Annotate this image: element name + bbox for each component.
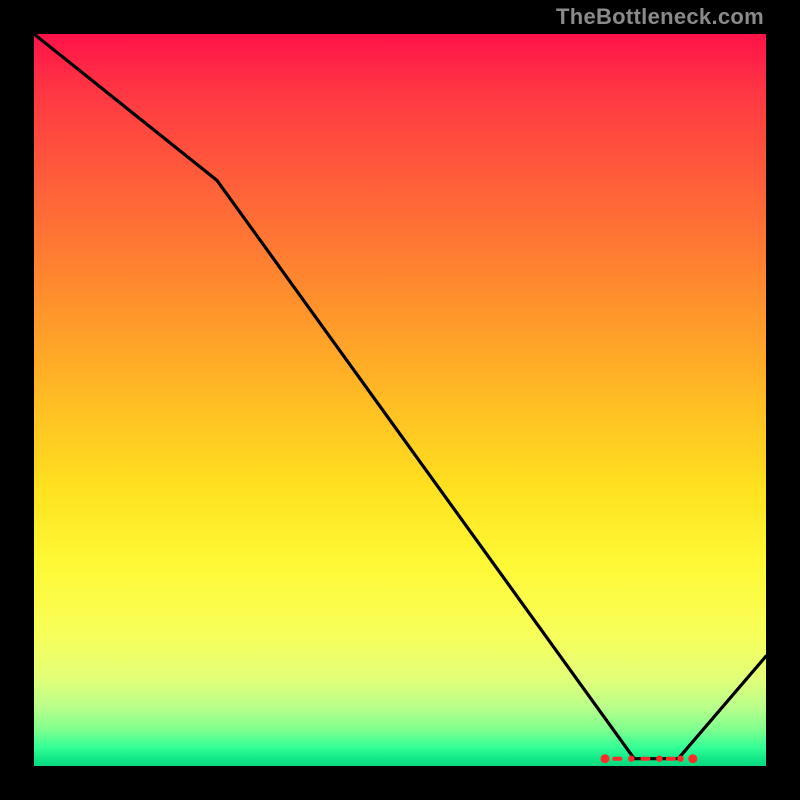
flat-region-marker [601,754,610,763]
flat-region-marker [656,756,662,762]
flat-region-marker [628,756,634,762]
chart-svg [34,34,766,766]
attribution-text: TheBottleneck.com [556,4,764,30]
flat-region-dash [612,757,622,761]
chart-stage: TheBottleneck.com [0,0,800,800]
plot-area [34,34,766,766]
chart-line [34,34,766,759]
flat-region-dash [640,757,650,761]
flat-region-marker [677,756,683,762]
flat-region-dash [666,757,676,761]
flat-region-marker [688,754,697,763]
